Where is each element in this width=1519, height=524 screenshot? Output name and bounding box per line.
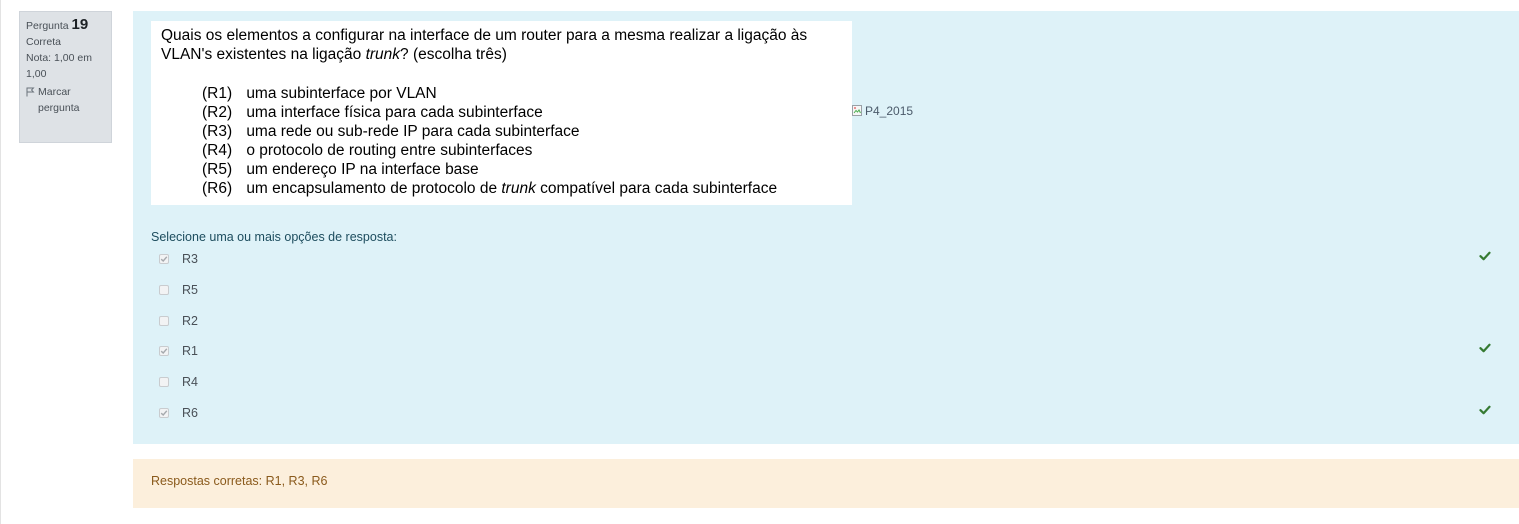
question-number-value: 19	[71, 16, 89, 33]
answer-label: R1	[182, 344, 198, 358]
feedback-panel: Respostas corretas: R1, R3, R6	[133, 459, 1519, 508]
answer-prompt: Selecione uma ou mais opções de resposta…	[151, 230, 397, 244]
flag-question-link[interactable]: Marcar pergunta	[26, 84, 105, 116]
answer-choice-r3[interactable]: R3	[159, 250, 198, 268]
answer-checkbox[interactable]	[159, 377, 169, 387]
question-formulation: Quais os elementos a configurar na inter…	[133, 11, 1519, 444]
option-r1: (R1) uma subinterface por VLAN	[202, 85, 437, 102]
answer-choice-r1[interactable]: R1	[159, 342, 198, 360]
option-r4: (R4) o protocolo de routing entre subint…	[202, 142, 533, 159]
question-label: Pergunta	[26, 20, 69, 32]
check-icon	[1479, 405, 1491, 415]
question-state: Correta	[26, 36, 62, 48]
answer-label: R4	[182, 375, 198, 389]
answer-choice-r2[interactable]: R2	[159, 312, 198, 330]
question-number: Pergunta 19	[26, 17, 105, 34]
question-text-image: Quais os elementos a configurar na inter…	[151, 21, 852, 205]
answer-label: R3	[182, 252, 198, 266]
answer-checkbox-checked[interactable]	[159, 408, 169, 418]
answer-checkbox-checked[interactable]	[159, 346, 169, 356]
question-info-panel: Pergunta 19 Correta Nota: 1,00 em 1,00 M…	[19, 11, 112, 143]
question-grade: Nota: 1,00 em 1,00	[26, 52, 92, 80]
broken-image: P4_2015	[852, 104, 913, 118]
answer-checkbox[interactable]	[159, 316, 169, 326]
answer-checkbox-checked[interactable]	[159, 254, 169, 264]
answer-choice-r5[interactable]: R5	[159, 281, 198, 299]
right-answer-text: Respostas corretas: R1, R3, R6	[151, 474, 328, 488]
answer-label: R2	[182, 314, 198, 328]
option-r3: (R3) uma rede ou sub-rede IP para cada s…	[202, 123, 580, 140]
answer-choice-r4[interactable]: R4	[159, 373, 198, 391]
check-icon	[1479, 251, 1491, 261]
option-r5: (R5) um endereço IP na interface base	[202, 161, 479, 178]
option-r6: (R6) um encapsulamento de protocolo de t…	[202, 180, 778, 197]
option-r2: (R2) uma interface física para cada subi…	[202, 104, 543, 121]
flag-question-label: Marcar pergunta	[38, 86, 80, 114]
answer-checkbox[interactable]	[159, 285, 169, 295]
answer-label: R5	[182, 283, 198, 297]
page-left-border	[0, 0, 1, 524]
broken-image-icon	[852, 105, 862, 116]
answer-choice-r6[interactable]: R6	[159, 404, 198, 422]
flag-icon	[26, 87, 35, 97]
answer-label: R6	[182, 406, 198, 420]
check-icon	[1479, 343, 1491, 353]
image-alt-text: P4_2015	[865, 104, 914, 118]
question-statement: Quais os elementos a configurar na inter…	[161, 27, 808, 63]
